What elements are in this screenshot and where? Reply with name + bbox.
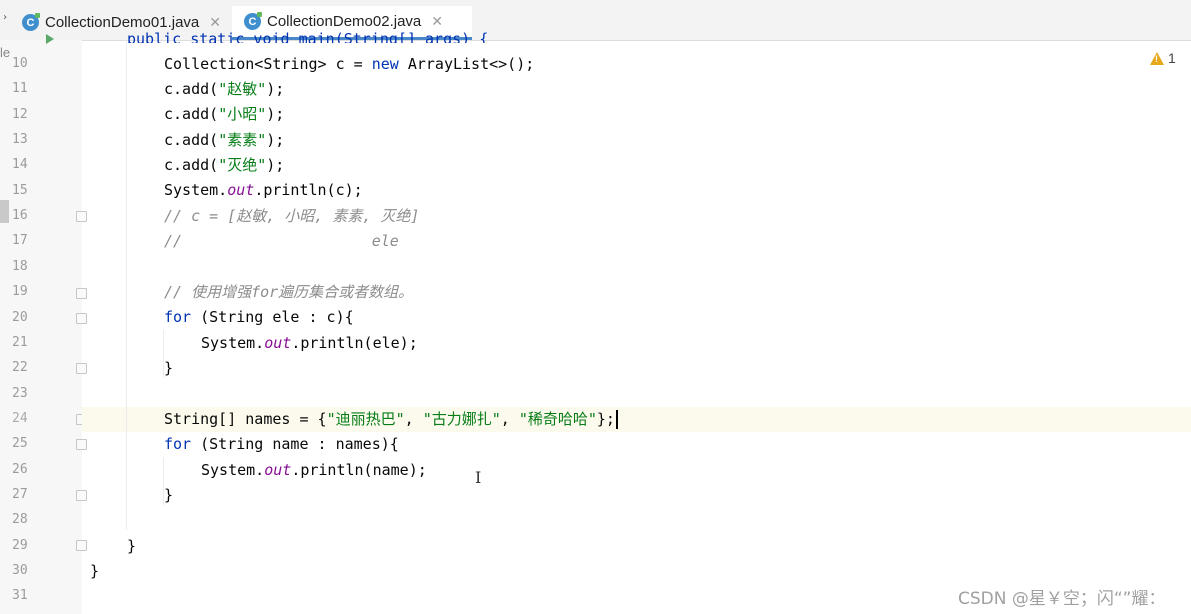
code-line-21[interactable]: System.out.println(ele); bbox=[201, 331, 418, 356]
code-text: ArrayList<>(); bbox=[398, 55, 535, 73]
code-line-26[interactable]: System.out.println(name); bbox=[201, 458, 427, 483]
inspection-warning-indicator[interactable]: ! 1 bbox=[1150, 50, 1176, 66]
run-icon[interactable] bbox=[46, 34, 54, 44]
gutter-left-text: le bbox=[0, 45, 11, 60]
code-text: Collection<String> c = bbox=[164, 55, 372, 73]
line-number: 25 bbox=[12, 436, 28, 452]
line-number: 28 bbox=[12, 512, 28, 528]
code-line-20[interactable]: for (String ele : c){ bbox=[164, 305, 354, 330]
watermark: CSDN @星￥空；闪“”耀： bbox=[958, 589, 1166, 609]
keyword: for bbox=[164, 308, 192, 326]
tab-scroll-left-icon[interactable]: › bbox=[2, 12, 8, 23]
code-text: System. bbox=[201, 334, 265, 352]
line-number: 26 bbox=[12, 461, 28, 477]
code-line-17[interactable]: // ele bbox=[164, 229, 399, 254]
gutter-scroll-marker bbox=[0, 200, 9, 223]
code-line-24[interactable]: String[] names = {"迪丽热巴", "古力娜扎", "稀奇哈哈"… bbox=[164, 407, 618, 432]
warning-icon: ! bbox=[1150, 51, 1164, 65]
code-text: System. bbox=[164, 181, 228, 199]
code-line-27[interactable]: } bbox=[164, 483, 173, 508]
code-text: String[] names = { bbox=[164, 410, 327, 428]
code-text: , bbox=[404, 410, 423, 428]
code-text: c.add( bbox=[164, 80, 219, 98]
code-line-16[interactable]: // c = [赵敏, 小昭, 素素, 灭绝] bbox=[164, 204, 419, 229]
code-text: ); bbox=[266, 105, 285, 123]
code-line-11[interactable]: c.add("赵敏"); bbox=[164, 77, 284, 102]
line-number: 10 bbox=[12, 56, 28, 71]
line-number: 11 bbox=[12, 81, 28, 97]
code-text: (String ele : c){ bbox=[191, 308, 354, 326]
line-number: 24 bbox=[12, 410, 28, 426]
code-text: (String name : names){ bbox=[191, 435, 399, 453]
string-literal: "古力娜扎" bbox=[422, 410, 501, 428]
static-field: out bbox=[227, 181, 255, 199]
line-number: 27 bbox=[12, 486, 28, 502]
line-number: 29 bbox=[12, 537, 28, 553]
code-text: ); bbox=[266, 156, 285, 174]
line-number-gutter[interactable] bbox=[0, 40, 82, 614]
code-text: .println(ele); bbox=[291, 334, 418, 352]
line-number: 30 bbox=[12, 563, 28, 578]
code-line-14[interactable]: c.add("灭绝"); bbox=[164, 153, 284, 178]
warning-count: 1 bbox=[1168, 50, 1176, 66]
keyword: new bbox=[371, 55, 399, 73]
static-field: out bbox=[264, 461, 292, 479]
static-field: out bbox=[264, 334, 292, 352]
code-line-30[interactable]: } bbox=[90, 559, 99, 584]
keyword: for bbox=[164, 435, 192, 453]
code-line-19[interactable]: // 使用增强for遍历集合或者数组。 bbox=[164, 280, 413, 305]
string-literal: "灭绝" bbox=[218, 156, 267, 174]
code-line-25[interactable]: for (String name : names){ bbox=[164, 432, 399, 457]
string-literal: "素素" bbox=[218, 131, 267, 149]
string-literal: "赵敏" bbox=[218, 80, 267, 98]
code-text: ); bbox=[266, 80, 285, 98]
string-literal: "稀奇哈哈" bbox=[518, 410, 597, 428]
line-number: 12 bbox=[12, 106, 28, 122]
class-icon: C bbox=[22, 13, 40, 31]
line-number: 15 bbox=[12, 182, 28, 198]
mouse-ibeam-cursor-icon: I bbox=[475, 468, 482, 487]
text-caret bbox=[615, 410, 618, 429]
line-number: 14 bbox=[12, 157, 28, 173]
code-line-9[interactable]: public static void main(String[] args) { bbox=[127, 27, 488, 43]
code-line-10[interactable]: Collection<String> c = new ArrayList<>()… bbox=[164, 52, 534, 77]
line-number: 20 bbox=[12, 309, 28, 325]
code-text: ); bbox=[266, 131, 285, 149]
code-line-29[interactable]: } bbox=[127, 534, 136, 559]
code-text: }; bbox=[596, 410, 615, 428]
code-text: .println(name); bbox=[291, 461, 427, 479]
line-number: 18 bbox=[12, 258, 28, 274]
line-number: 13 bbox=[12, 132, 28, 148]
code-line-13[interactable]: c.add("素素"); bbox=[164, 128, 284, 153]
code-text: c.add( bbox=[164, 105, 219, 123]
string-literal: "迪丽热巴" bbox=[326, 410, 405, 428]
code-text: .println(c); bbox=[254, 181, 363, 199]
code-line-22[interactable]: } bbox=[164, 356, 173, 381]
code-text: c.add( bbox=[164, 131, 219, 149]
line-number: 16 bbox=[12, 208, 28, 224]
string-literal: "小昭" bbox=[218, 105, 267, 123]
line-number: 21 bbox=[12, 334, 28, 350]
indent-guide bbox=[126, 40, 127, 530]
code-text: public static void main(String[] args) { bbox=[127, 30, 489, 43]
line-number: 23 bbox=[12, 385, 28, 401]
line-number: 31 bbox=[12, 588, 28, 604]
code-line-12[interactable]: c.add("小昭"); bbox=[164, 102, 284, 127]
line-number: 19 bbox=[12, 284, 28, 300]
code-text: c.add( bbox=[164, 156, 219, 174]
code-line-15[interactable]: System.out.println(c); bbox=[164, 178, 363, 203]
line-number: 22 bbox=[12, 360, 28, 376]
code-text: System. bbox=[201, 461, 265, 479]
line-number: 17 bbox=[12, 233, 28, 249]
code-text: , bbox=[500, 410, 519, 428]
